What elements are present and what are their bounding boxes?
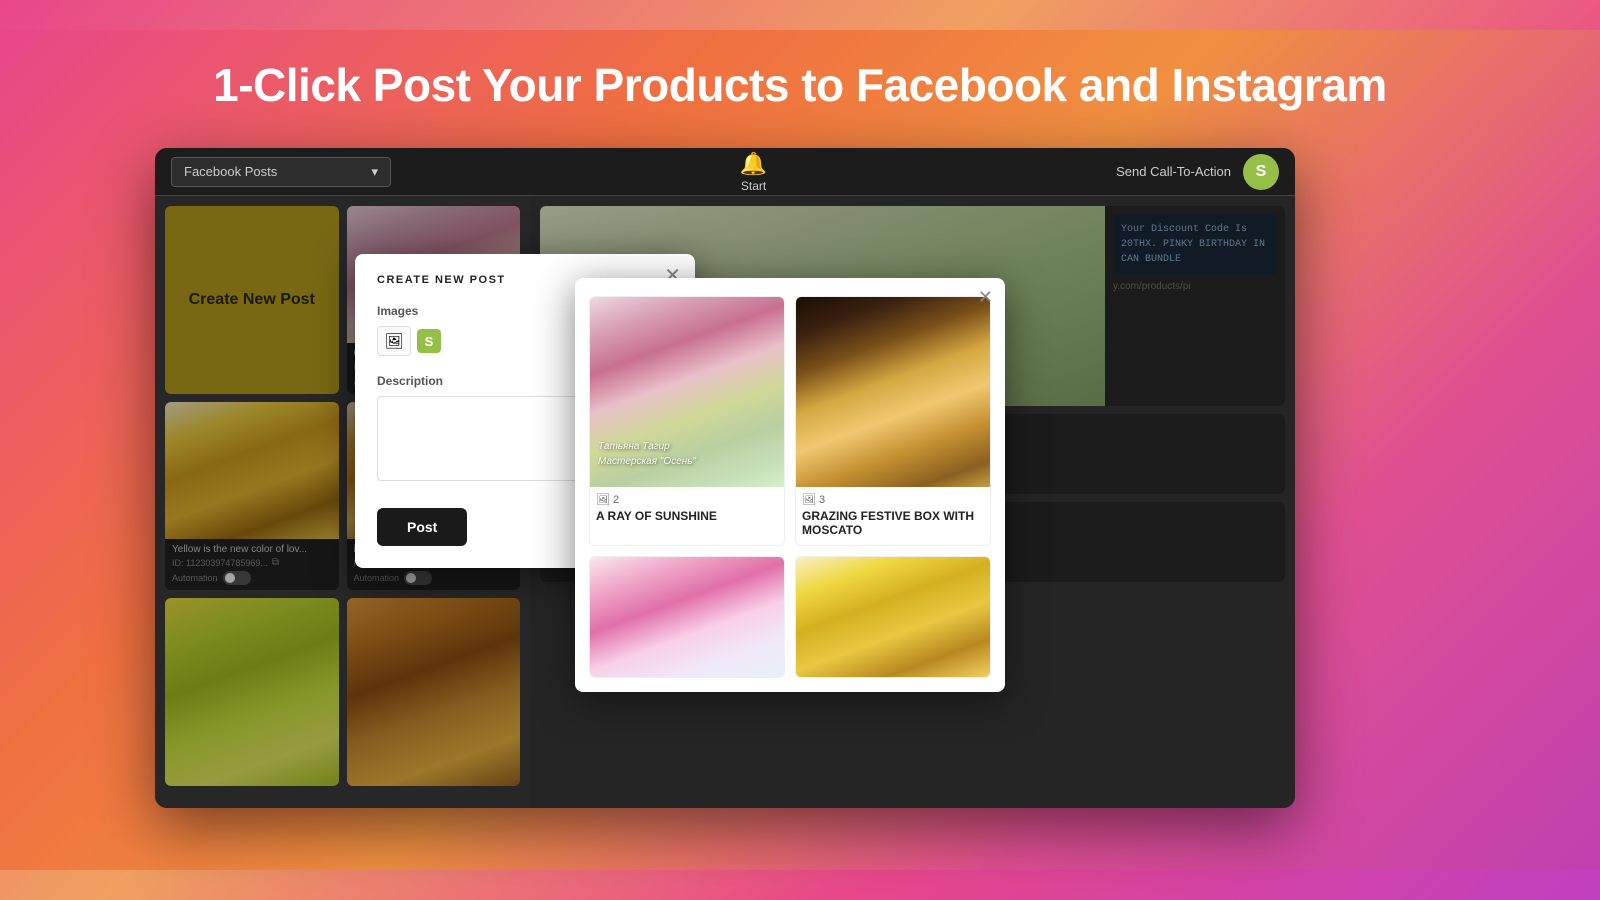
app-header: Facebook Posts ▾ 🔔 Start Send Call-To-Ac… [155, 148, 1295, 196]
picker-close-button[interactable]: ✕ [978, 288, 993, 306]
product-item-1[interactable]: Татьяна Тагир Мастерская "Осень" 🖼 2 A R… [589, 296, 785, 546]
product-1-image: Татьяна Тагир Мастерская "Осень" [590, 297, 784, 487]
image-upload-icon-btn[interactable]: 🖼 [377, 326, 411, 356]
facebook-posts-dropdown[interactable]: Facebook Posts ▾ [171, 157, 391, 187]
start-label: Start [741, 179, 766, 193]
post-button[interactable]: Post [377, 508, 467, 546]
bell-icon: 🔔 [740, 151, 767, 177]
product-1-watermark: Татьяна Тагир Мастерская "Осень" [598, 439, 696, 469]
product-item-4[interactable] [795, 556, 991, 678]
app-window: Facebook Posts ▾ 🔔 Start Send Call-To-Ac… [155, 148, 1295, 808]
product-4-image [796, 557, 990, 677]
product-2-count: 🖼 3 [802, 493, 984, 506]
header-right: Send Call-To-Action S [1116, 154, 1279, 190]
shopify-product-icon-btn[interactable]: S [417, 329, 441, 353]
product-1-label: 🖼 2 A RAY OF SUNSHINE [590, 487, 784, 531]
product-item-3[interactable] [589, 556, 785, 678]
dropdown-arrow-icon: ▾ [371, 164, 378, 180]
product-2-name: GRAZING FESTIVE BOX WITH MOSCATO [802, 509, 984, 537]
product-1-count: 🖼 2 [596, 493, 778, 506]
shopify-avatar: S [1243, 154, 1279, 190]
image-count-icon-2: 🖼 [802, 493, 816, 506]
app-body: Create New Post Comment 200FF to get the… [155, 196, 1295, 808]
product-item-2[interactable]: 🖼 3 GRAZING FESTIVE BOX WITH MOSCATO [795, 296, 991, 546]
dropdown-label: Facebook Posts [184, 164, 277, 179]
product-grid: Татьяна Тагир Мастерская "Осень" 🖼 2 A R… [589, 296, 991, 678]
send-cta-label: Send Call-To-Action [1116, 164, 1231, 179]
headline: 1-Click Post Your Products to Facebook a… [0, 58, 1600, 112]
product-2-image [796, 297, 990, 487]
product-1-name: A RAY OF SUNSHINE [596, 509, 778, 523]
product-picker-modal: ✕ Татьяна Тагир Мастерская "Осень" [575, 278, 1005, 692]
page-wrapper: 1-Click Post Your Products to Facebook a… [0, 30, 1600, 870]
product-2-label: 🖼 3 GRAZING FESTIVE BOX WITH MOSCATO [796, 487, 990, 545]
image-count-icon-1: 🖼 [596, 493, 610, 506]
header-center: 🔔 Start [403, 151, 1104, 193]
product-3-image [590, 557, 784, 677]
